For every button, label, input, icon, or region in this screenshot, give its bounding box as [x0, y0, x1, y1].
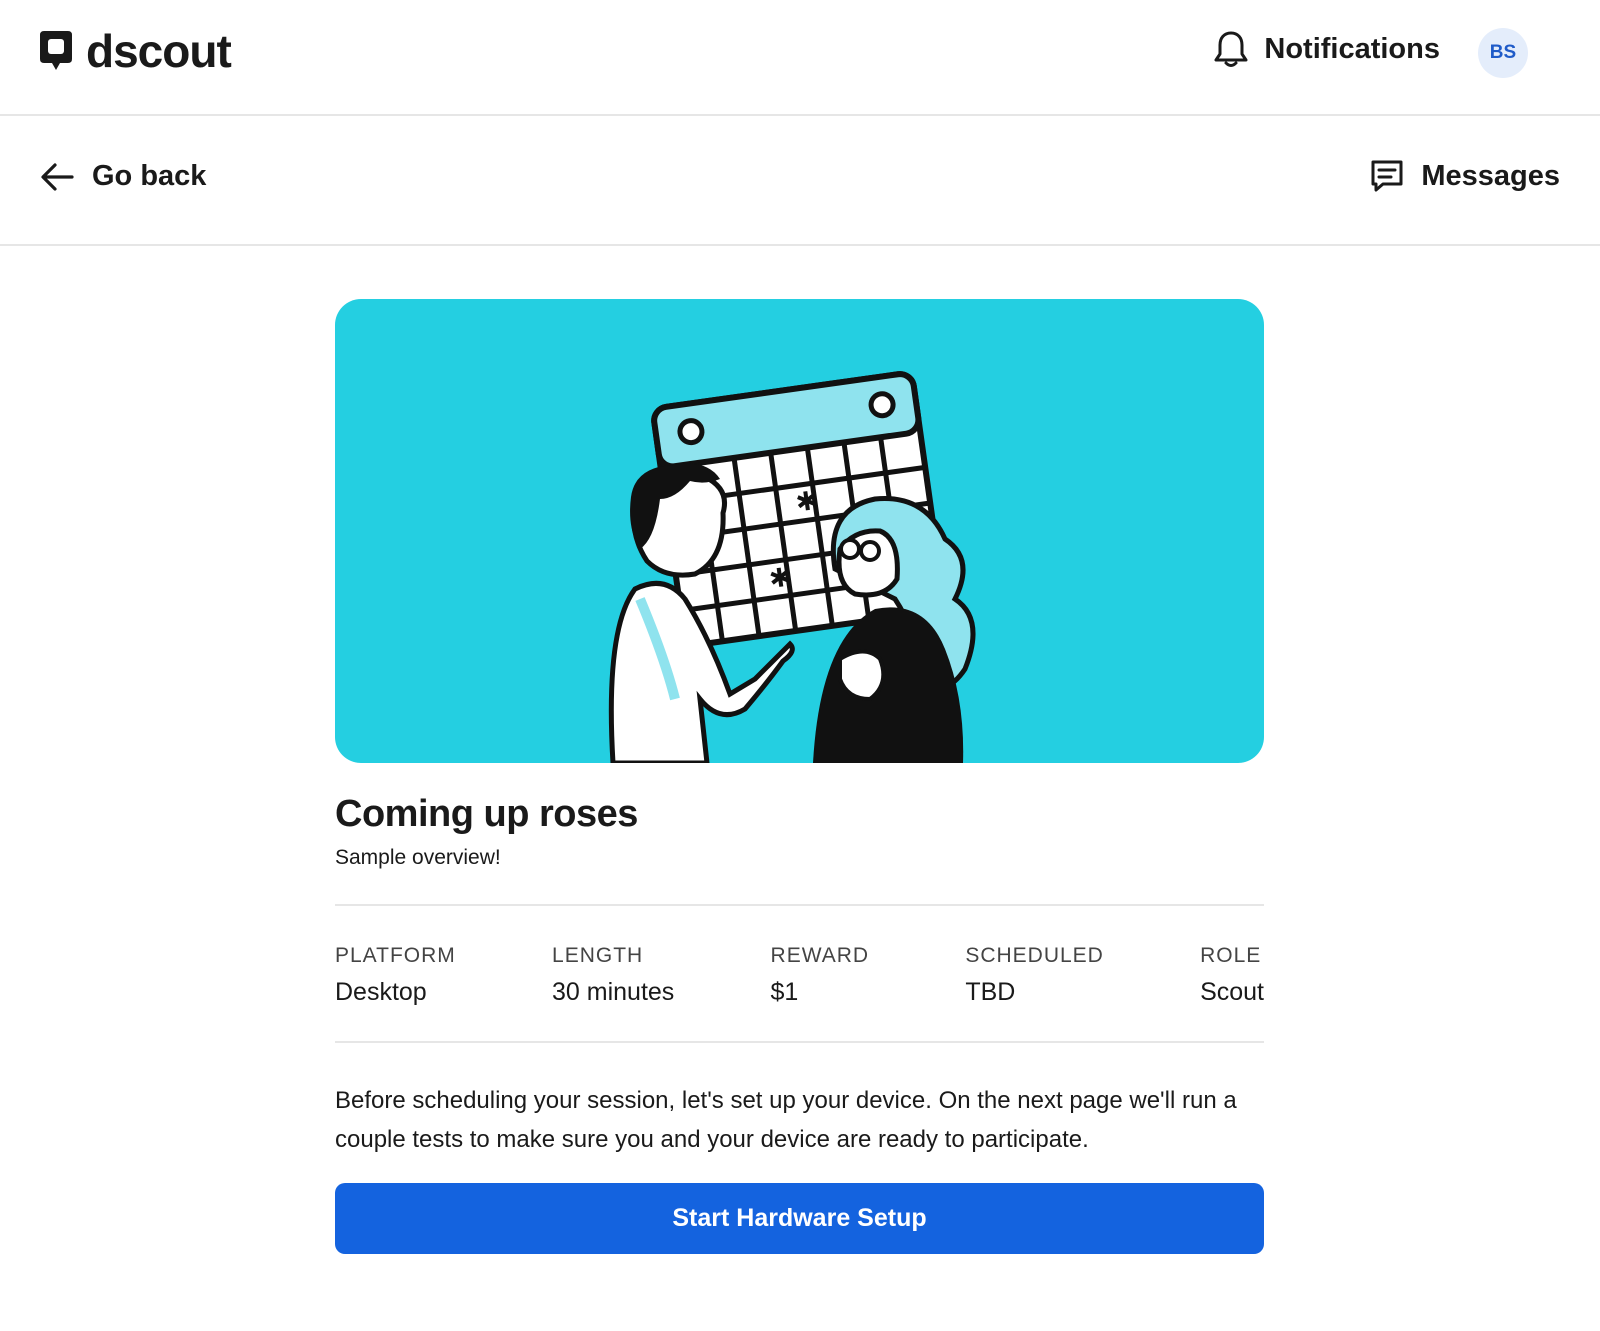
- start-hardware-setup-button[interactable]: Start Hardware Setup: [335, 1183, 1264, 1254]
- mission-subtitle: Sample overview!: [335, 846, 501, 869]
- meta-label: ROLE: [1200, 944, 1262, 967]
- messages-button[interactable]: Messages: [1369, 158, 1560, 194]
- calendar-illustration: ✱ ✱: [608, 371, 976, 763]
- top-bar: dscout Notifications BS: [0, 0, 1600, 116]
- arrow-left-icon: [41, 162, 74, 191]
- chat-icon: [1371, 160, 1403, 192]
- meta-reward: REWARD $1: [771, 944, 870, 1007]
- notifications-label: Notifications: [1264, 32, 1440, 65]
- meta-value: $1: [770, 978, 799, 1006]
- meta-scheduled: SCHEDULED TBD: [965, 944, 1104, 1007]
- hero-illustration: ✱ ✱: [335, 299, 1264, 763]
- mission-overview: ✱ ✱ Coming up roses Sample overview! PLA…: [335, 299, 1264, 1254]
- meta-label: SCHEDULED: [965, 944, 1104, 967]
- sub-nav: Go back Messages: [0, 116, 1600, 246]
- meta-role: ROLE Scout: [1200, 944, 1264, 1007]
- mission-description: Before scheduling your session, let's se…: [335, 1087, 1237, 1153]
- dscout-logo-icon: [40, 31, 72, 70]
- logo-text: dscout: [86, 25, 232, 77]
- messages-label: Messages: [1421, 159, 1560, 192]
- divider: [335, 1041, 1264, 1043]
- meta-label: REWARD: [770, 944, 870, 967]
- meta-value: Scout: [1200, 978, 1264, 1006]
- svg-text:✱: ✱: [767, 562, 793, 595]
- logo[interactable]: dscout: [38, 25, 232, 77]
- meta-value: 30 minutes: [552, 978, 675, 1006]
- meta-length: LENGTH 30 minutes: [552, 944, 674, 1007]
- meta-value: Desktop: [335, 978, 427, 1006]
- go-back-button[interactable]: Go back: [40, 160, 206, 193]
- go-back-label: Go back: [92, 160, 207, 192]
- svg-text:✱: ✱: [794, 486, 820, 519]
- mission-meta: PLATFORM Desktop LENGTH 30 minutes REWAR…: [335, 906, 1264, 1041]
- meta-platform: PLATFORM Desktop: [335, 944, 456, 1007]
- notifications-button[interactable]: Notifications: [1214, 30, 1440, 68]
- avatar[interactable]: BS: [1478, 28, 1528, 78]
- meta-label: PLATFORM: [335, 944, 456, 967]
- bell-icon: [1214, 31, 1248, 67]
- mission-title: Coming up roses: [335, 793, 638, 835]
- meta-label: LENGTH: [552, 944, 644, 967]
- meta-value: TBD: [965, 978, 1016, 1006]
